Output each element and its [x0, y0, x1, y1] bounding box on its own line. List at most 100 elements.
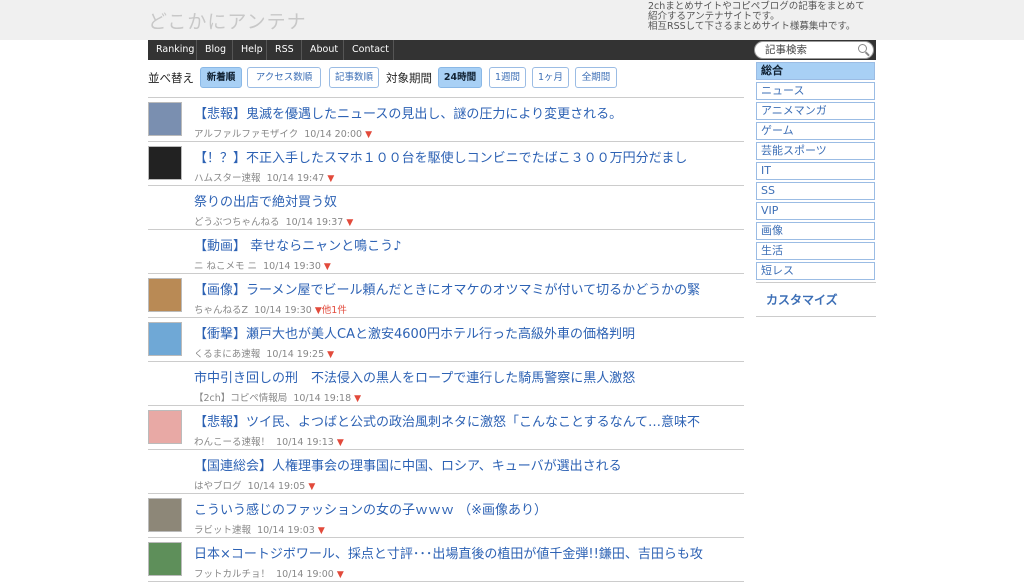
- period-24h[interactable]: 24時間: [438, 67, 482, 88]
- expand-triangle-icon[interactable]: ▼: [337, 570, 344, 580]
- article-time: 10/14 19:00: [276, 569, 334, 580]
- article-title[interactable]: こういう感じのファッションの女の子ｗｗｗ （※画像あり）: [194, 499, 742, 518]
- category-it[interactable]: IT: [756, 162, 875, 180]
- article-source[interactable]: ハムスター速報: [194, 173, 261, 184]
- expand-triangle-icon[interactable]: ▼: [315, 306, 322, 316]
- article-meta: ちゃんねるZ 10/14 19:30 ▼他1件: [194, 302, 347, 316]
- expand-triangle-icon[interactable]: ▼: [354, 394, 361, 404]
- article-meta: くるまにあ速報 10/14 19:25 ▼: [194, 346, 334, 360]
- article-title[interactable]: 【動画】 幸せならニャンと鳴こう♪: [194, 235, 742, 254]
- article-source[interactable]: フットカルチョ！: [194, 569, 270, 580]
- article-title[interactable]: 【画像】ラーメン屋でビール頼んだときにオマケのオツマミが付いて切るかどうかの緊: [194, 279, 742, 298]
- article-source[interactable]: どうぶつちゃんねる: [194, 217, 280, 228]
- article-source[interactable]: ちゃんねるZ: [194, 305, 248, 316]
- article-title[interactable]: 祭りの出店で絶対買う奴: [194, 191, 742, 210]
- article-row: こういう感じのファッションの女の子ｗｗｗ （※画像あり） ラビット速報 10/1…: [148, 494, 744, 538]
- expand-triangle-icon[interactable]: ▼: [337, 438, 344, 448]
- article-time: 10/14 19:13: [276, 437, 334, 448]
- expand-triangle-icon[interactable]: ▼: [318, 526, 325, 536]
- search-input[interactable]: [765, 43, 855, 57]
- expand-triangle-icon[interactable]: ▼: [327, 174, 334, 184]
- article-source[interactable]: ラビット速報: [194, 525, 251, 536]
- article-row: 【画像】ラーメン屋でビール頼んだときにオマケのオツマミが付いて切るかどうかの緊 …: [148, 274, 744, 318]
- article-row: 【悲報】鬼滅を優遇したニュースの見出し、謎の圧力により変更される。 アルファルフ…: [148, 98, 744, 142]
- period-1week[interactable]: 1週間: [489, 67, 526, 88]
- article-time: 10/14 19:05: [247, 481, 306, 492]
- article-time: 10/14 19:18: [293, 393, 352, 404]
- article-thumbnail[interactable]: [148, 410, 182, 444]
- article-title[interactable]: 【衝撃】瀬戸大也が美人CAと激安4600円ホテル行った高級外車の価格判明: [194, 323, 742, 342]
- category-news[interactable]: ニュース: [756, 82, 875, 100]
- related-count[interactable]: 他1件: [322, 305, 347, 316]
- category-vip[interactable]: VIP: [756, 202, 875, 220]
- article-thumbnail[interactable]: [148, 278, 182, 312]
- article-row: 日本×コートジボワール、採点と寸評･･･出場直後の植田が値千金弾!!鎌田、吉田ら…: [148, 538, 744, 582]
- article-time: 10/14 19:37: [285, 217, 344, 228]
- article-title[interactable]: 【悲報】ツイ民、よつばと公式の政治風刺ネタに激怒「こんなことするなんて…意味不: [194, 411, 742, 430]
- period-1month[interactable]: 1ヶ月: [532, 67, 569, 88]
- article-title[interactable]: 【！？】不正入手したスマホ１００台を駆使しコンビニでたばこ３００万円分だまし: [194, 147, 742, 166]
- article-source[interactable]: ニ ねこメモ ニ: [194, 261, 257, 272]
- article-time: 10/14 19:30: [263, 261, 321, 272]
- site-logo[interactable]: どこかにアンテナ: [148, 7, 307, 34]
- article-title[interactable]: 市中引き回しの刑 不法侵入の黒人をロープで連行した騎馬警察に黒人激怒: [194, 367, 742, 386]
- period-label: 対象期間: [386, 71, 432, 85]
- sort-label: 並べ替え: [148, 71, 194, 85]
- article-time: 10/14 20:00: [304, 129, 363, 140]
- article-source[interactable]: 【2ch】コピペ情報局: [194, 393, 287, 404]
- expand-triangle-icon[interactable]: ▼: [327, 350, 334, 360]
- sort-article-count[interactable]: 記事数順: [329, 67, 379, 88]
- article-title[interactable]: 日本×コートジボワール、採点と寸評･･･出場直後の植田が値千金弾!!鎌田、吉田ら…: [194, 543, 742, 562]
- article-row: 祭りの出店で絶対買う奴 どうぶつちゃんねる 10/14 19:37 ▼: [148, 186, 744, 230]
- category-anime-manga[interactable]: アニメマンガ: [756, 102, 875, 120]
- tagline-line: 相互RSSして下さるまとめサイト様募集中です。: [648, 21, 856, 32]
- nav-about[interactable]: About: [302, 40, 344, 60]
- article-row: 【衝撃】瀬戸大也が美人CAと激安4600円ホテル行った高級外車の価格判明 くるま…: [148, 318, 744, 362]
- category-short-res[interactable]: 短レス: [756, 262, 875, 280]
- article-thumbnail[interactable]: [148, 498, 182, 532]
- nav-contact[interactable]: Contact: [344, 40, 394, 60]
- nav-ranking[interactable]: Ranking: [148, 40, 197, 60]
- article-row: 【！？】不正入手したスマホ１００台を駆使しコンビニでたばこ３００万円分だまし ハ…: [148, 142, 744, 186]
- expand-triangle-icon[interactable]: ▼: [365, 130, 372, 140]
- article-meta: アルファルファモザイク 10/14 20:00 ▼: [194, 126, 372, 140]
- article-time: 10/14 19:25: [266, 349, 325, 360]
- article-thumbnail[interactable]: [148, 542, 182, 576]
- article-source[interactable]: はやブログ: [194, 481, 242, 492]
- article-source[interactable]: くるまにあ速報: [194, 349, 260, 360]
- period-all[interactable]: 全期間: [575, 67, 617, 88]
- expand-triangle-icon[interactable]: ▼: [308, 482, 315, 492]
- article-source[interactable]: わんこーる速報！: [194, 437, 270, 448]
- category-entertainment-sports[interactable]: 芸能スポーツ: [756, 142, 875, 160]
- nav-help[interactable]: Help: [233, 40, 267, 60]
- category-all[interactable]: 総合: [756, 62, 875, 80]
- article-thumbnail[interactable]: [148, 102, 182, 136]
- nav-blog[interactable]: Blog: [197, 40, 233, 60]
- category-life[interactable]: 生活: [756, 242, 875, 260]
- sort-access[interactable]: アクセス数順: [247, 67, 321, 88]
- category-game[interactable]: ゲーム: [756, 122, 875, 140]
- site-tagline: 2chまとめサイトやコピペブログの記事をまとめて 紹介するアンテナサイトです。 …: [648, 2, 888, 32]
- article-source[interactable]: アルファルファモザイク: [194, 129, 298, 140]
- article-meta: はやブログ 10/14 19:05 ▼: [194, 478, 315, 492]
- article-meta: フットカルチョ！ 10/14 19:00 ▼: [194, 566, 344, 580]
- article-thumbnail[interactable]: [148, 146, 182, 180]
- sort-newest[interactable]: 新着順: [200, 67, 242, 88]
- article-title[interactable]: 【国連総会】人権理事会の理事国に中国、ロシア、キューバが選出される: [194, 455, 742, 474]
- article-thumbnail[interactable]: [148, 322, 182, 356]
- article-meta: ニ ねこメモ ニ 10/14 19:30 ▼: [194, 258, 331, 272]
- search-icon[interactable]: [858, 44, 867, 53]
- category-ss[interactable]: SS: [756, 182, 875, 200]
- article-meta: ラビット速報 10/14 19:03 ▼: [194, 522, 325, 536]
- article-row: 【国連総会】人権理事会の理事国に中国、ロシア、キューバが選出される はやブログ …: [148, 450, 744, 494]
- article-row: 【動画】 幸せならニャンと鳴こう♪ ニ ねこメモ ニ 10/14 19:30 ▼: [148, 230, 744, 274]
- expand-triangle-icon[interactable]: ▼: [346, 218, 353, 228]
- expand-triangle-icon[interactable]: ▼: [324, 262, 331, 272]
- nav-rss[interactable]: RSS: [267, 40, 302, 60]
- article-meta: 【2ch】コピペ情報局 10/14 19:18 ▼: [194, 390, 361, 404]
- category-images[interactable]: 画像: [756, 222, 875, 240]
- sidebar-divider: [756, 282, 876, 283]
- article-title[interactable]: 【悲報】鬼滅を優遇したニュースの見出し、謎の圧力により変更される。: [194, 103, 742, 122]
- customize-link[interactable]: カスタマイズ: [766, 291, 838, 308]
- sidebar-divider: [756, 316, 876, 317]
